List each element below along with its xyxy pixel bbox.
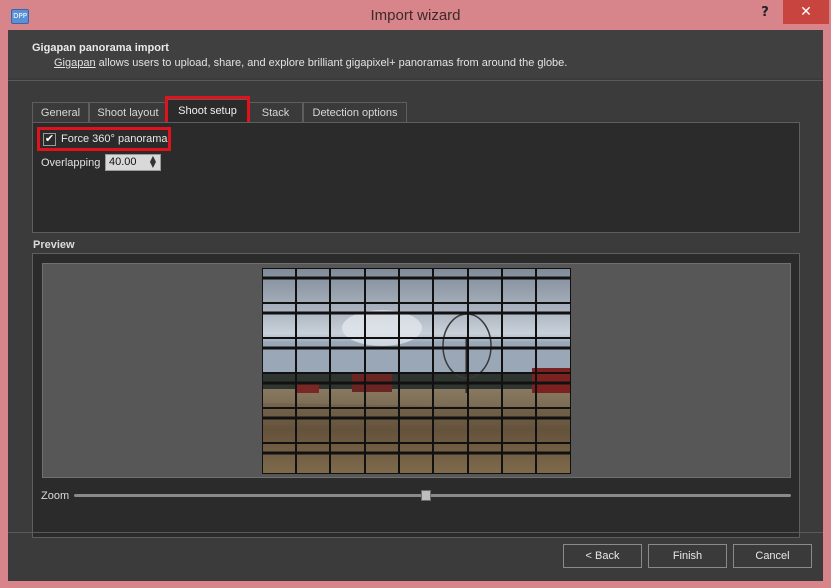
spin-arrows-icon[interactable]: ▲ ▼ — [148, 155, 158, 169]
zoom-slider[interactable] — [74, 494, 791, 497]
footer-divider — [8, 532, 823, 533]
close-button[interactable]: ✕ — [783, 0, 829, 24]
back-button[interactable]: < Back — [563, 544, 642, 568]
description-text: allows users to upload, share, and explo… — [95, 57, 568, 69]
overlapping-label: Overlapping — [41, 157, 101, 169]
wizard-header: Gigapan panorama import Gigapan allows u… — [8, 30, 823, 78]
red-barn — [532, 368, 571, 393]
wizard-body: Gigapan panorama import Gigapan allows u… — [8, 30, 823, 581]
overlapping-value[interactable]: 40.00 — [109, 156, 137, 168]
import-wizard-window: DPP Import wizard ? ✕ Gigapan panorama i… — [0, 0, 831, 588]
zoom-slider-thumb[interactable] — [421, 490, 432, 501]
field — [262, 403, 571, 474]
tab-detection-options[interactable]: Detection options — [303, 102, 407, 122]
divider — [8, 80, 823, 81]
title-bar[interactable]: DPP Import wizard ? ✕ — [0, 0, 831, 30]
page-description: Gigapan allows users to upload, share, a… — [54, 57, 567, 69]
checkbox-highlight — [37, 127, 171, 151]
panorama-preview-image — [262, 268, 571, 474]
gigapan-link[interactable]: Gigapan — [54, 57, 96, 69]
tab-shoot-layout[interactable]: Shoot layout — [89, 102, 167, 122]
zoom-label: Zoom — [41, 490, 70, 502]
overlapping-spinbox[interactable]: 40.00 ▲ ▼ — [105, 154, 161, 171]
cloud — [342, 310, 422, 346]
tab-highlight — [165, 96, 250, 125]
window-title: Import wizard — [370, 7, 461, 24]
tab-stack[interactable]: Stack — [248, 102, 303, 122]
page-title: Gigapan panorama import — [32, 42, 169, 54]
help-button[interactable]: ? — [752, 2, 778, 24]
preview-label: Preview — [33, 239, 75, 251]
finish-button[interactable]: Finish — [648, 544, 727, 568]
tab-general[interactable]: General — [32, 102, 89, 122]
cancel-button[interactable]: Cancel — [733, 544, 812, 568]
